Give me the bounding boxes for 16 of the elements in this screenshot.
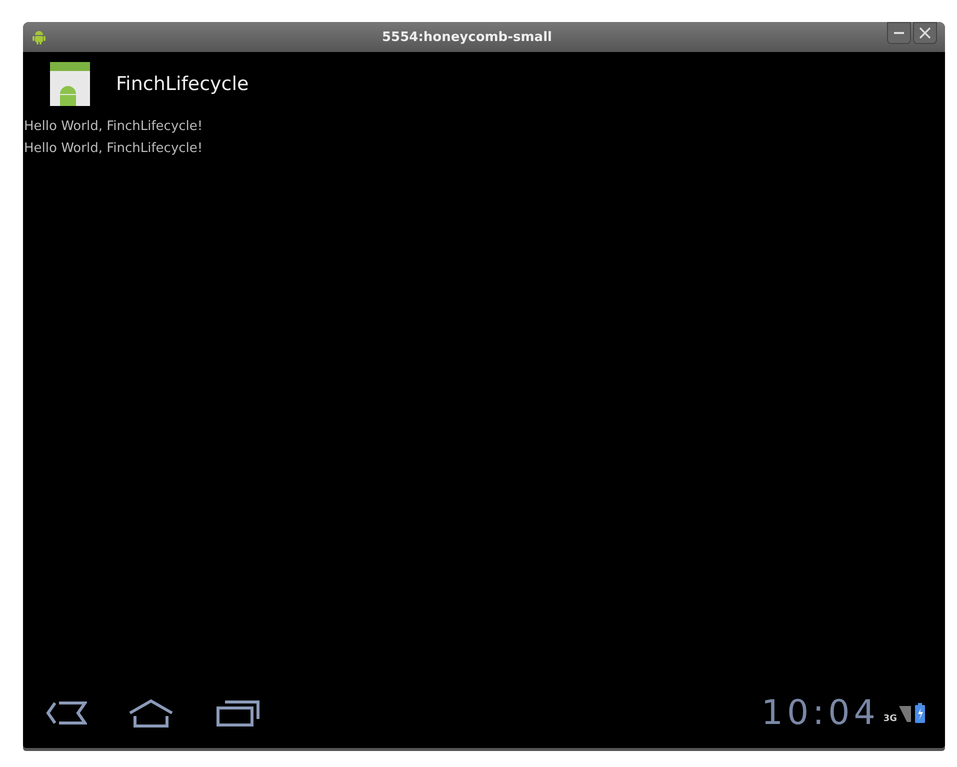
app-icon xyxy=(50,62,90,106)
close-icon xyxy=(919,27,931,39)
battery-icon xyxy=(915,703,925,723)
window-title: 5554:honeycomb-small xyxy=(381,30,553,44)
app-title: FinchLifecycle xyxy=(116,73,249,95)
minimize-button[interactable] xyxy=(887,22,911,44)
home-icon[interactable] xyxy=(127,698,175,728)
signal-icon xyxy=(899,704,911,722)
recent-apps-icon[interactable] xyxy=(215,699,261,727)
clock: 10:04 xyxy=(761,693,880,733)
close-button[interactable] xyxy=(913,22,937,44)
network-label: 3G xyxy=(883,714,897,724)
hello-text: Hello World, FinchLifecycle! xyxy=(23,118,204,136)
robot-icon xyxy=(31,29,47,45)
hello-text: Hello World, FinchLifecycle! xyxy=(23,140,204,158)
back-icon[interactable] xyxy=(45,700,87,726)
